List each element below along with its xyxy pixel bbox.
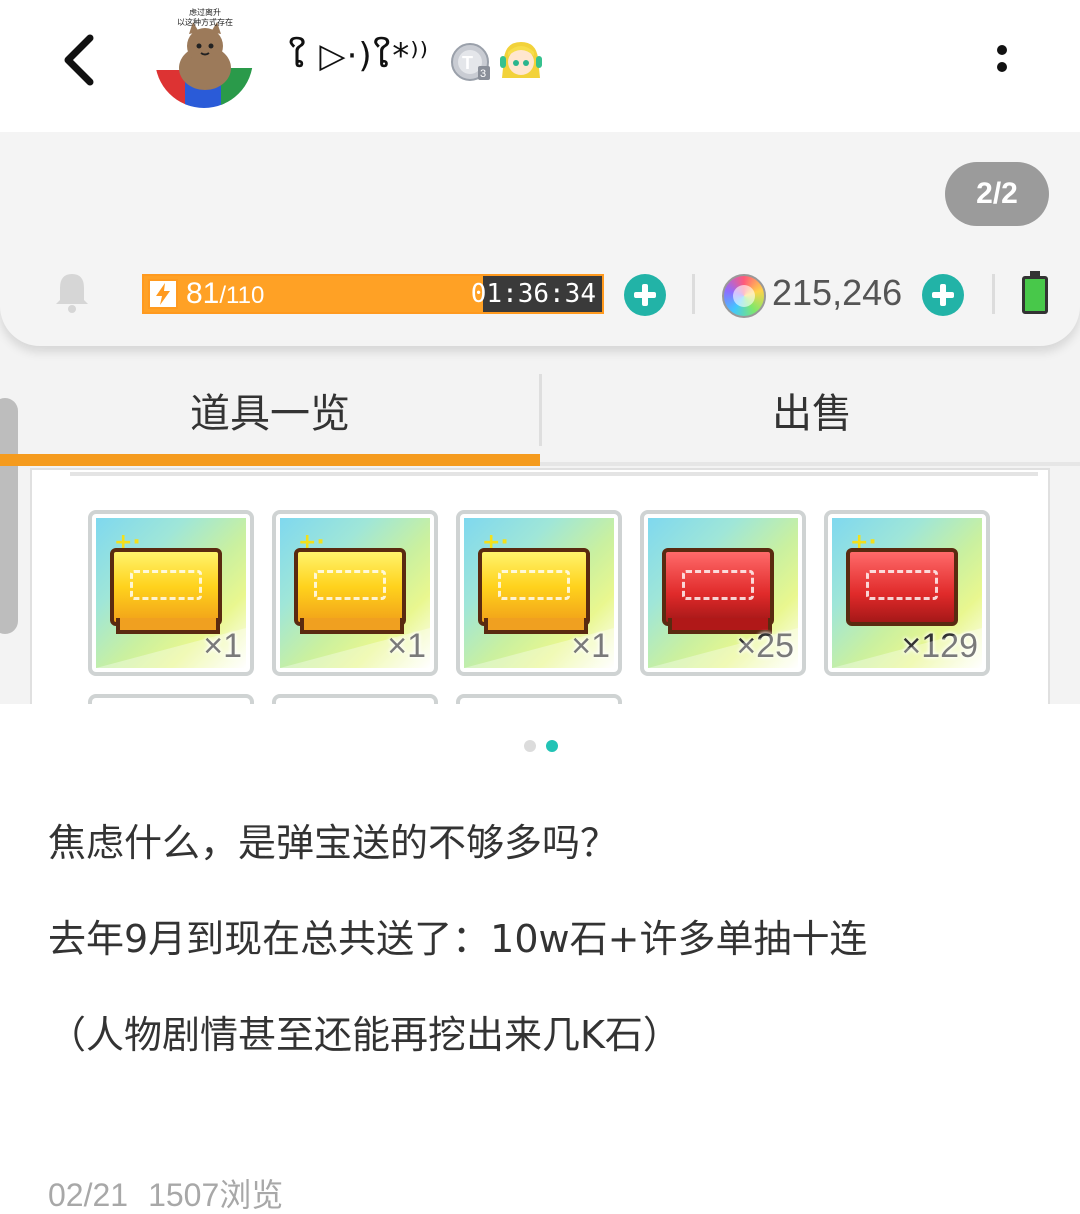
post-text-line: （人物剧情甚至还能再挖出来几K石） [48, 1013, 681, 1057]
item-quantity: ×1 [203, 627, 242, 665]
lightning-icon [148, 279, 178, 309]
ticket-band [130, 570, 202, 600]
tab-divider [539, 374, 542, 446]
item-background: ×25 [648, 518, 798, 668]
item-slot-gold-ticket[interactable]: +· ×1 [272, 510, 438, 676]
post-date: 02/21 [48, 1177, 129, 1213]
item-quantity: ×25 [736, 627, 794, 665]
item-slot-red-ticket[interactable]: +· ×129 [824, 510, 990, 676]
red-ticket-icon [662, 548, 774, 626]
divider [992, 274, 995, 314]
more-options-button[interactable] [980, 40, 1024, 84]
top-bar: 虑过离升 以这种方式存在 ໃ ▷·)ໃ*⁾⁾ T 3 [0, 0, 1080, 132]
item-background: +· ×1 [96, 518, 246, 668]
avatar-caption-line-1: 虑过离升 [189, 8, 221, 17]
t3-badge-icon: T 3 [451, 43, 490, 81]
tab-baseline [540, 462, 1080, 466]
stamina-timer: 01:36:34 [470, 279, 596, 309]
item-slot-gold-ticket[interactable]: +· ×1 [88, 510, 254, 676]
item-slot-red-ticket[interactable]: ×25 [640, 510, 806, 676]
post-image[interactable]: 2/2 81/110 01:36:34 215,246 道具一览 出售 +· ×… [0, 132, 1080, 704]
post-text-line: 焦虑什么，是弹宝送的不够多吗？ [48, 821, 619, 865]
ticket-band [498, 570, 570, 600]
item-slot-gold-ticket[interactable]: +· ×1 [456, 510, 622, 676]
svg-text:3: 3 [480, 68, 486, 80]
item-slot-partial[interactable] [456, 694, 622, 704]
vertical-dots-icon-dot [997, 62, 1007, 72]
chevron-left-icon [64, 34, 94, 86]
ticket-stack [668, 618, 772, 634]
pager-dot-1[interactable] [524, 740, 536, 752]
item-background: +· ×1 [280, 518, 430, 668]
tab-sell[interactable]: 出售 [544, 368, 1080, 460]
character-badge[interactable] [498, 38, 544, 84]
grid-top-line [70, 472, 1038, 476]
gem-icon [722, 274, 766, 318]
item-tabs: 道具一览 出售 [0, 368, 1080, 466]
gem-count: 215,246 [772, 272, 903, 313]
gem-icon-highlight [733, 285, 755, 307]
post-text-line: 去年9月到现在总共送了：10w石+许多单抽十连 [48, 917, 868, 961]
red-ticket-icon [846, 548, 958, 626]
active-tab-indicator [0, 454, 540, 466]
tab-items-list[interactable]: 道具一览 [0, 368, 540, 460]
item-background: +· ×129 [832, 518, 982, 668]
back-button[interactable] [52, 30, 112, 90]
item-slot-partial[interactable] [88, 694, 254, 704]
gold-ticket-icon [294, 548, 406, 626]
stamina-value: 81/110 [186, 276, 264, 314]
svg-text:T: T [462, 53, 473, 73]
avatar-caption-line-2: 以这种方式存在 [177, 18, 233, 27]
ticket-stack [116, 618, 220, 634]
item-quantity: ×129 [901, 627, 978, 665]
battery-icon [1022, 271, 1048, 314]
gold-ticket-icon [110, 548, 222, 626]
username[interactable]: ໃ ▷·)ໃ*⁾⁾ [288, 36, 429, 76]
ticket-band [314, 570, 386, 600]
stamina-max: /110 [219, 282, 265, 309]
pager-dot-2-active[interactable] [546, 740, 558, 752]
game-status-bar: 2/2 81/110 01:36:34 215,246 [0, 132, 1080, 346]
vertical-dots-icon [997, 45, 1007, 55]
item-background: +· ×1 [464, 518, 614, 668]
divider [692, 274, 695, 314]
ticket-stack [484, 618, 588, 634]
stamina-bar: 81/110 01:36:34 [142, 274, 604, 314]
image-page-counter: 2/2 [945, 162, 1049, 226]
anime-girl-icon [500, 42, 542, 78]
ticket-band [866, 570, 938, 600]
ticket-stack [300, 618, 404, 634]
ticket-band [682, 570, 754, 600]
level-badge[interactable]: T 3 [450, 42, 494, 82]
gold-ticket-icon [478, 548, 590, 626]
item-quantity: ×1 [571, 627, 610, 665]
bell-icon [56, 274, 88, 313]
view-count: 1507浏览 [148, 1177, 284, 1213]
image-pager [0, 740, 1080, 752]
item-quantity: ×1 [387, 627, 426, 665]
stamina-current: 81 [186, 277, 220, 310]
avatar-caption: 虑过离升 以这种方式存在 [160, 8, 250, 28]
add-gems-button[interactable] [922, 274, 964, 316]
post-meta: 02/21 1507浏览 [48, 1170, 283, 1214]
item-slot-partial[interactable] [272, 694, 438, 704]
add-stamina-button[interactable] [624, 274, 666, 316]
